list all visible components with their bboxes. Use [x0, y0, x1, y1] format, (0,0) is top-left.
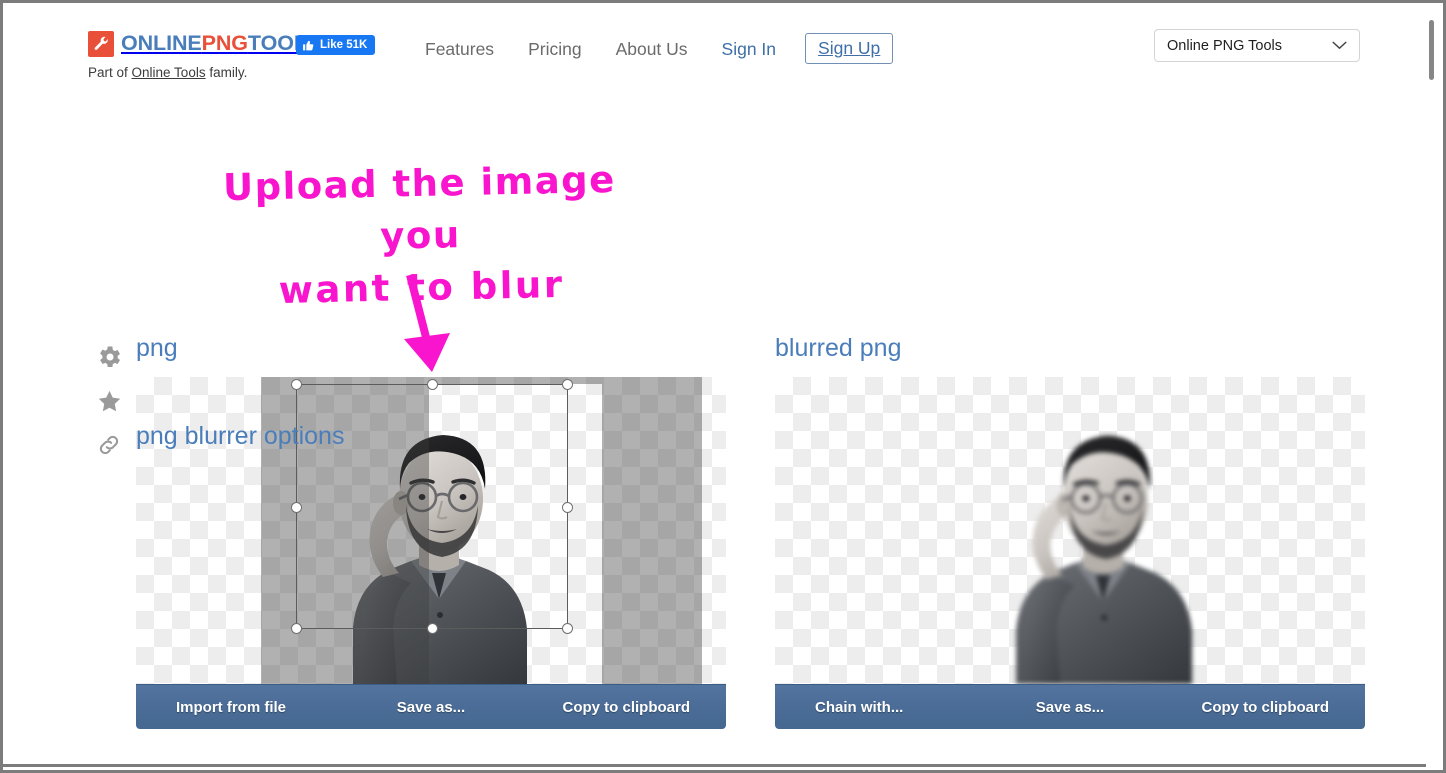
brand-wordmark: ONLINEPNGTOOLS [121, 33, 321, 55]
annotation-line-2: want to blur [278, 263, 565, 312]
input-panel-title: png [136, 334, 178, 362]
facebook-like-label: Like 51K [320, 39, 368, 51]
brand-part-png: PNG [201, 31, 248, 56]
nav-item-sign-in[interactable]: Sign In [705, 36, 793, 62]
wrench-icon [88, 31, 114, 57]
input-copy-to-clipboard-button[interactable]: Copy to clipboard [563, 685, 691, 730]
crop-shade-right [602, 377, 702, 684]
blurred-portrait-illustration [1016, 435, 1193, 684]
input-panel-actions: Import from file Save as... Copy to clip… [136, 684, 726, 729]
thumbs-up-icon [302, 39, 315, 52]
chevron-down-icon [1332, 41, 1347, 50]
link-icon[interactable] [93, 429, 125, 461]
browser-viewport: ONLINEPNGTOOLS Like 51K Part of Online T… [0, 0, 1446, 773]
site-header: ONLINEPNGTOOLS Like 51K Part of Online T… [3, 3, 1431, 95]
facebook-like-button[interactable]: Like 51K [296, 35, 376, 55]
output-copy-to-clipboard-button[interactable]: Copy to clipboard [1202, 685, 1330, 730]
star-icon[interactable] [93, 385, 125, 417]
online-tools-link[interactable]: Online Tools [132, 65, 206, 80]
output-panel-actions: Chain with... Save as... Copy to clipboa… [775, 684, 1365, 729]
nav-item-about-us[interactable]: About Us [599, 36, 705, 62]
gear-icon[interactable] [93, 341, 125, 373]
png-blurrer-options-heading: png blurrer options [136, 422, 345, 450]
section-divider [3, 764, 1431, 767]
nav-item-pricing[interactable]: Pricing [511, 36, 599, 62]
brand-logo-link[interactable]: ONLINEPNGTOOLS [88, 31, 321, 57]
brand-part-online: ONLINE [121, 31, 202, 56]
input-panel: png Import from file Save as... Copy to … [136, 333, 726, 729]
scrollbar-track[interactable] [1426, 6, 1440, 770]
scrollbar-thumb[interactable] [1429, 20, 1434, 80]
nav-item-features[interactable]: Features [408, 36, 511, 62]
tagline-prefix: Part of [88, 65, 132, 80]
output-panel: blurred png Chain with... Save as... Cop… [775, 333, 1365, 729]
output-panel-title: blurred png [775, 334, 902, 362]
tool-sidebar [91, 341, 127, 461]
page-canvas: ONLINEPNGTOOLS Like 51K Part of Online T… [3, 3, 1431, 770]
annotation-text: Upload the image you want to blur [206, 154, 634, 319]
site-switcher-dropdown[interactable]: Online PNG Tools [1154, 29, 1360, 62]
sign-up-button[interactable]: Sign Up [805, 33, 894, 64]
crop-shade-top [429, 377, 602, 384]
tagline-suffix: family. [205, 65, 248, 80]
main-nav: Features Pricing About Us Sign In Sign U… [408, 33, 894, 64]
annotation-line-1: Upload the image you [222, 157, 617, 258]
site-switcher-label: Online PNG Tools [1167, 37, 1282, 54]
output-photo [923, 377, 1268, 684]
tagline: Part of Online Tools family. [88, 65, 247, 80]
output-image-stage[interactable] [775, 377, 1365, 684]
